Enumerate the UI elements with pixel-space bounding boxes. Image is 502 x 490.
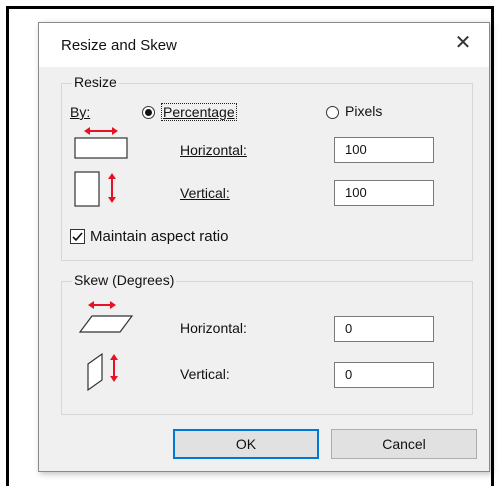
- checkmark-icon: [72, 232, 83, 242]
- skew-horizontal-label: Horizontal:: [180, 320, 247, 336]
- skew-horizontal-input[interactable]: 0: [334, 316, 434, 342]
- resize-group-title: Resize: [72, 74, 119, 90]
- by-label: By:: [70, 104, 91, 120]
- resize-horizontal-label-text: Horizontal:: [180, 142, 247, 158]
- resize-vertical-label-text: Vertical:: [180, 185, 230, 201]
- maintain-aspect-checkbox[interactable]: [70, 229, 85, 244]
- dialog-title: Resize and Skew: [61, 37, 177, 54]
- skew-vertical-label: Vertical:: [180, 366, 230, 382]
- pixels-radio[interactable]: [326, 106, 339, 119]
- percentage-radio[interactable]: [142, 106, 155, 119]
- close-icon[interactable]: ✕: [447, 29, 479, 57]
- resize-horizontal-input[interactable]: 100: [334, 137, 434, 163]
- skew-vertical-icon: [87, 352, 118, 392]
- resize-vertical-label: Vertical:: [180, 185, 230, 201]
- percentage-label-text: Percentage: [163, 104, 235, 120]
- skew-group-title: Skew (Degrees): [72, 272, 177, 288]
- title-bar: Resize and Skew ✕: [39, 23, 489, 67]
- ok-button[interactable]: OK: [173, 429, 319, 459]
- skew-vertical-input[interactable]: 0: [334, 362, 434, 388]
- skew-horizontal-icon: [78, 301, 134, 333]
- cancel-button[interactable]: Cancel: [331, 429, 477, 459]
- resize-horizontal-icon: [74, 127, 128, 159]
- resize-vertical-icon: [74, 171, 116, 207]
- maintain-aspect-label[interactable]: Maintain aspect ratio: [90, 228, 228, 245]
- resize-vertical-input[interactable]: 100: [334, 180, 434, 206]
- percentage-label[interactable]: Percentage: [161, 103, 237, 121]
- resize-group: Resize By: Percentage Pixels Horizontal:…: [61, 74, 473, 261]
- skew-group: Skew (Degrees) Horizontal: 0 Vertical: 0: [61, 272, 473, 415]
- pixels-label[interactable]: Pixels: [345, 103, 382, 119]
- resize-horizontal-label: Horizontal:: [180, 142, 247, 158]
- resize-and-skew-dialog: Resize and Skew ✕ Resize By: Percentage …: [38, 22, 490, 472]
